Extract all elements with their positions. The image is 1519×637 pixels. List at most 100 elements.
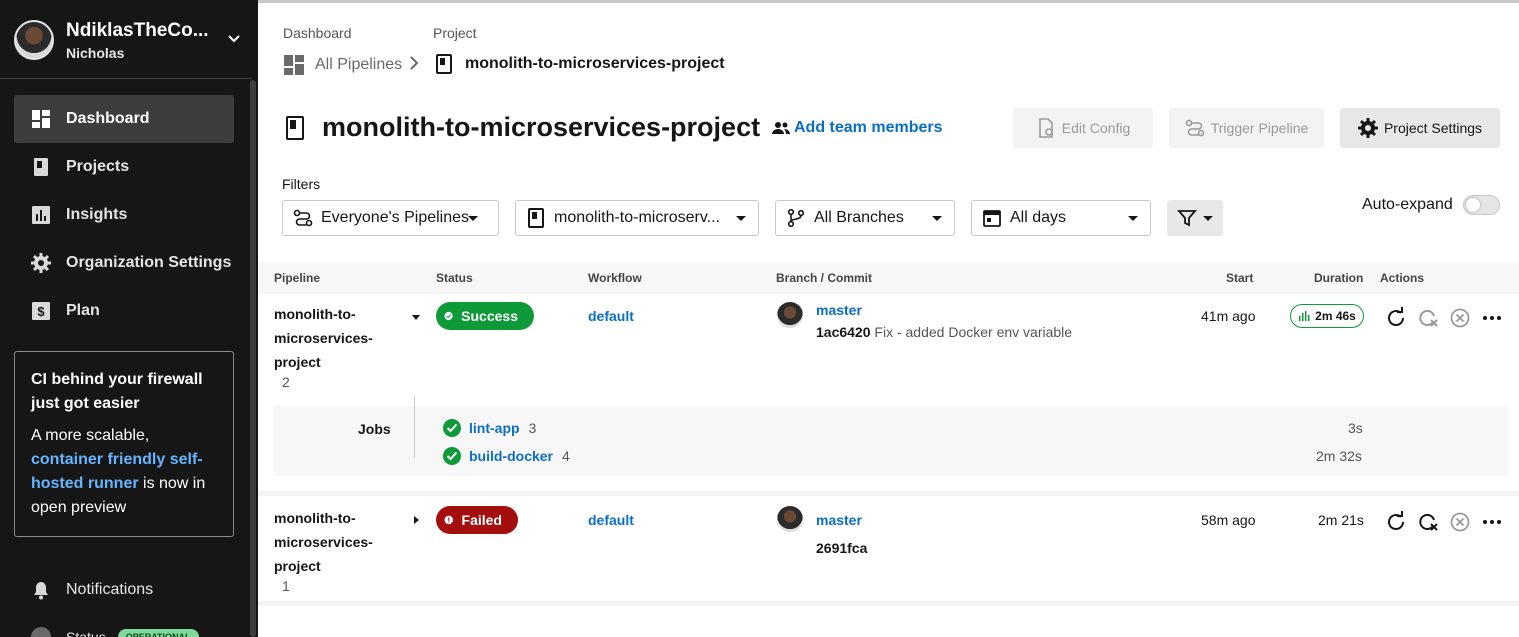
- column-header: Duration: [1314, 271, 1364, 285]
- start-time: 58m ago: [1201, 512, 1256, 528]
- duration-badge[interactable]: 2m 46s: [1290, 304, 1364, 328]
- job-link[interactable]: build-docker: [469, 448, 553, 464]
- advanced-filter-button[interactable]: [1167, 200, 1223, 236]
- breadcrumb-text: All Pipelines: [315, 56, 403, 73]
- top-border: [258, 0, 1519, 3]
- gear-icon: [1357, 118, 1378, 138]
- sidebar-item-insights[interactable]: Insights: [14, 191, 234, 239]
- job-item: build-docker 4: [442, 446, 570, 466]
- pipeline-name-link[interactable]: monolith-to-microservices-project: [274, 506, 384, 578]
- pipeline-icon: [1185, 119, 1205, 137]
- check-circle-icon: [443, 447, 461, 465]
- pipelines-filter-dropdown[interactable]: Everyone's Pipelines: [282, 200, 499, 236]
- status-label: Failed: [461, 512, 502, 528]
- sidebar-item-label: Projects: [66, 158, 130, 175]
- job-number: 3: [528, 420, 537, 436]
- commit-message: Fix - added Docker env variable: [874, 324, 1073, 340]
- sidebar-item-label: Status: [66, 629, 106, 637]
- workflow-link[interactable]: default: [588, 308, 634, 324]
- caret-down-icon[interactable]: [411, 312, 421, 322]
- sidebar-item-label: Organization Settings: [66, 254, 232, 271]
- sidebar-item-notifications[interactable]: Notifications: [31, 580, 153, 600]
- rerun-icon[interactable]: [1385, 511, 1407, 533]
- column-header: Actions: [1380, 271, 1425, 285]
- calendar-icon: [983, 210, 1001, 227]
- commit-hash-link[interactable]: 2691fca: [816, 540, 867, 556]
- pipeline-number: 2: [282, 374, 290, 390]
- people-icon: [772, 122, 790, 134]
- job-duration: 2m 32s: [1316, 448, 1362, 464]
- page-title: monolith-to-microservices-project: [322, 112, 761, 142]
- status-badge[interactable]: Success: [436, 302, 534, 330]
- avatar: [777, 506, 803, 532]
- rerun-failed-icon[interactable]: [1417, 511, 1439, 533]
- sidebar-item-projects[interactable]: Projects: [14, 143, 234, 191]
- job-link[interactable]: lint-app: [469, 420, 520, 436]
- project-icon: [528, 208, 544, 228]
- column-header: Branch / Commit: [776, 271, 873, 285]
- branch-link[interactable]: master: [816, 512, 862, 528]
- jobs-label: Jobs: [358, 421, 391, 437]
- svg-text:$: $: [37, 304, 45, 319]
- cancel-icon[interactable]: [1449, 307, 1471, 329]
- commit-hash-link[interactable]: 1ac6420: [816, 324, 871, 340]
- promo-title: CI behind your firewall just got easier: [31, 371, 203, 412]
- branch-link[interactable]: master: [816, 302, 862, 318]
- trigger-pipeline-button[interactable]: Trigger Pipeline: [1169, 108, 1324, 148]
- org-name: NdiklasTheCo...: [66, 20, 209, 41]
- breadcrumb-project[interactable]: monolith-to-microservices-project: [436, 54, 725, 74]
- promo-card: CI behind your firewall just got easier …: [14, 351, 234, 537]
- sidebar-item-status[interactable]: Status OPERATIONAL: [31, 627, 199, 637]
- project-settings-button[interactable]: Project Settings: [1340, 108, 1500, 148]
- rerun-failed-icon[interactable]: [1417, 307, 1439, 329]
- days-filter-dropdown[interactable]: All days: [971, 200, 1151, 236]
- more-icon[interactable]: [1481, 307, 1503, 329]
- button-label: Trigger Pipeline: [1210, 120, 1309, 136]
- sidebar-item-plan[interactable]: $ Plan: [14, 287, 234, 335]
- pipeline-name-link[interactable]: monolith-to-microservices-project: [274, 302, 384, 374]
- chevron-down-icon[interactable]: [226, 30, 242, 46]
- column-header: Pipeline: [274, 271, 321, 285]
- caret-right-icon[interactable]: [411, 515, 421, 525]
- breadcrumb-all-pipelines[interactable]: All Pipelines: [283, 54, 402, 76]
- sidebar-item-label: Plan: [66, 302, 100, 319]
- edit-config-button[interactable]: Edit Config: [1013, 108, 1153, 148]
- file-gear-icon: [1038, 118, 1053, 138]
- dropdown-value: monolith-to-microserv...: [554, 209, 720, 226]
- project-filter-dropdown[interactable]: monolith-to-microserv...: [515, 200, 759, 236]
- workflow-link[interactable]: default: [588, 512, 634, 528]
- breadcrumb-level1-label: Dashboard: [283, 25, 352, 41]
- status-badge[interactable]: Failed: [436, 506, 518, 534]
- dashboard-icon: [32, 110, 50, 128]
- rerun-icon[interactable]: [1385, 307, 1407, 329]
- avatar: [14, 20, 54, 60]
- status-icon: [31, 627, 51, 637]
- sidebar-nav: Dashboard Projects Insights Organization…: [14, 95, 234, 335]
- sidebar-item-dashboard[interactable]: Dashboard: [14, 95, 234, 143]
- sidebar-item-organization-settings[interactable]: Organization Settings: [14, 239, 234, 287]
- org-switcher[interactable]: NdiklasTheCo... Nicholas: [14, 18, 254, 62]
- pipeline-number: 1: [282, 578, 290, 594]
- chevron-right-icon: [410, 56, 419, 70]
- job-number: 4: [562, 448, 570, 464]
- button-label: Edit Config: [1061, 120, 1131, 136]
- commit-info: 2691fca: [816, 540, 867, 556]
- branch-filter-dropdown[interactable]: All Branches: [775, 200, 955, 236]
- sidebar-item-label: Notifications: [66, 581, 154, 598]
- insights-icon: [32, 206, 50, 224]
- auto-expand-toggle[interactable]: [1463, 195, 1500, 215]
- job-duration: 3s: [1348, 420, 1363, 436]
- bar-chart-icon: [1299, 311, 1310, 321]
- dropdown-value: Everyone's Pipelines: [321, 209, 470, 226]
- status-badge: OPERATIONAL: [117, 629, 199, 637]
- add-team-members-link[interactable]: Add team members: [772, 119, 943, 137]
- jobs-tree-line: [414, 396, 415, 458]
- row-divider: [258, 601, 1519, 606]
- more-icon[interactable]: [1481, 511, 1503, 533]
- auto-expand-label: Auto-expand: [1362, 196, 1453, 213]
- cancel-icon[interactable]: [1449, 511, 1471, 533]
- sidebar-scrollbar[interactable]: [250, 80, 256, 637]
- check-circle-icon: [443, 419, 461, 437]
- sidebar-divider: [0, 78, 252, 79]
- funnel-icon: [1177, 210, 1197, 227]
